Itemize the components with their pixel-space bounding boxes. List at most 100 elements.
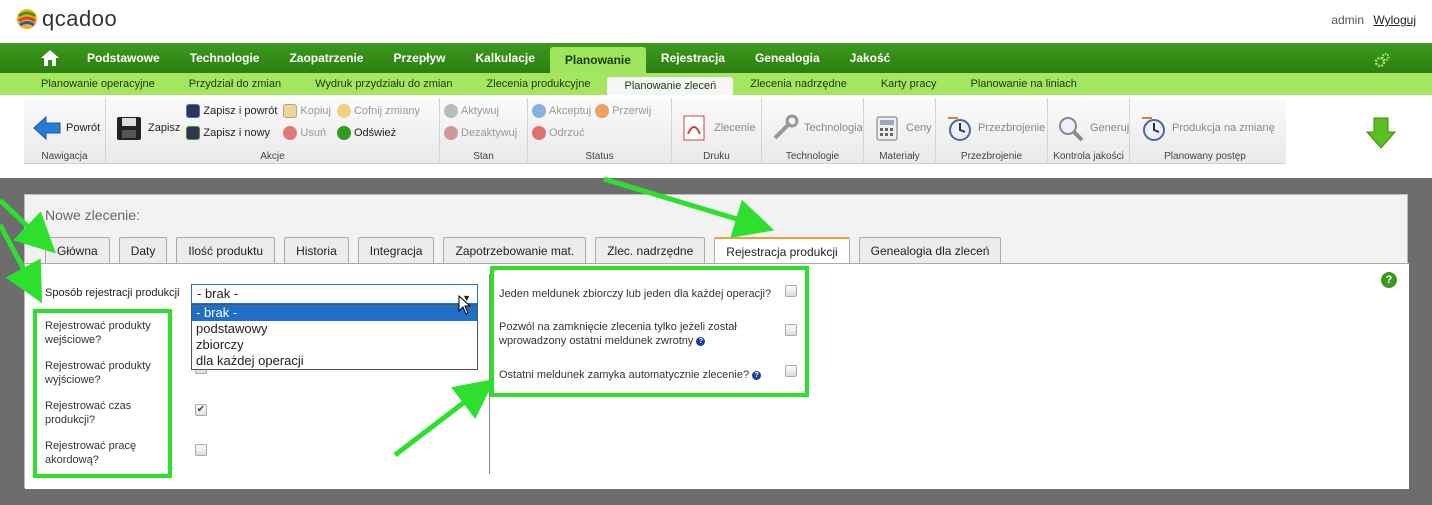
- save-and-back-button[interactable]: Zapisz i powrót: [186, 102, 277, 120]
- ribbon-group-label: Druku: [703, 151, 730, 162]
- submenu-planowanie-operacyjne[interactable]: Planowanie operacyjne: [24, 73, 172, 95]
- pause-icon: [595, 104, 610, 118]
- ribbon-group-materials: Ceny Materiały: [864, 98, 936, 164]
- ribbon-group-planned: Produkcja na zmianę Planowany postęp: [1130, 98, 1280, 164]
- submenu-planowanie-zlecen[interactable]: Planowanie zleceń: [607, 77, 734, 95]
- generate-button[interactable]: Generuj: [1052, 102, 1129, 154]
- menu-jakosc[interactable]: Jakość: [835, 45, 906, 71]
- interrupt-button[interactable]: Przerwij: [595, 102, 651, 120]
- mouse-cursor-icon: [458, 295, 472, 315]
- highlight-box-left: [33, 309, 172, 478]
- tab-zapotrzebowanie[interactable]: Zapotrzebowanie mat.: [443, 237, 587, 263]
- save-button[interactable]: Zapisz: [110, 102, 184, 154]
- top-bar: qcadoo admin Wyloguj: [0, 0, 1432, 42]
- deactivate-icon: [444, 126, 458, 140]
- submenu-planowanie-na-liniach[interactable]: Planowanie na liniach: [953, 73, 1093, 95]
- sub-menu: Planowanie operacyjne Przydział do zmian…: [0, 73, 1432, 95]
- changeover-button[interactable]: Przezbrojenie: [940, 102, 1045, 154]
- ribbon-group-state: Aktywuj Dezaktywuj Stan: [440, 98, 528, 164]
- menu-zaopatrzenie[interactable]: Zaopatrzenie: [274, 45, 378, 71]
- ribbon-group-label: Kontrola jakości: [1053, 151, 1124, 162]
- ribbon-group-label: Planowany postęp: [1164, 151, 1246, 162]
- undo-button[interactable]: Cofnij zmiany: [336, 102, 420, 120]
- menu-rejestracja[interactable]: Rejestracja: [646, 45, 740, 71]
- registration-type-select[interactable]: - brak - ▼: [191, 284, 478, 304]
- ribbon-group-navigation: Powrót Nawigacja: [24, 98, 106, 164]
- floppy-icon: [117, 117, 141, 140]
- accept-button[interactable]: Akceptuj: [532, 102, 591, 120]
- activate-button[interactable]: Aktywuj: [444, 102, 523, 120]
- refresh-icon: [336, 126, 351, 140]
- logo[interactable]: qcadoo: [16, 6, 117, 32]
- registration-type-label: Sposób rejestracji produkcji: [45, 287, 180, 299]
- prices-button[interactable]: Ceny: [868, 102, 932, 154]
- ribbon-group-technology: Technologia Technologie: [762, 98, 864, 164]
- save-and-new-button[interactable]: Zapisz i nowy: [186, 124, 277, 142]
- tab-daty[interactable]: Daty: [118, 237, 168, 263]
- download-arrow-icon[interactable]: [1366, 116, 1396, 150]
- menu-genealogia[interactable]: Genealogia: [740, 45, 835, 71]
- submenu-karty-pracy[interactable]: Karty pracy: [864, 73, 954, 95]
- option-dla-kazdej-operacji[interactable]: dla każdej operacji: [192, 353, 477, 369]
- ribbon-group-actions: Zapisz Zapisz i powrót Zapisz i nowy Kop…: [106, 98, 440, 164]
- back-button[interactable]: Powrót: [28, 102, 101, 154]
- copy-button[interactable]: Kopiuj: [283, 102, 331, 120]
- refresh-button[interactable]: Odśwież: [336, 124, 420, 142]
- calculator-icon: [876, 116, 898, 141]
- ribbon-group-print: Zlecenie Druku: [672, 98, 762, 164]
- submenu-zlecenia-nadrzedne[interactable]: Zlecenia nadrzędne: [733, 73, 864, 95]
- ribbon-group-label: Stan: [473, 151, 494, 162]
- option-brak[interactable]: - brak -: [192, 305, 477, 321]
- copy-icon: [283, 104, 298, 118]
- tab-genealogia[interactable]: Genealogia dla zleceń: [858, 237, 1002, 263]
- option-podstawowy[interactable]: podstawowy: [192, 321, 477, 337]
- menu-planowanie[interactable]: Planowanie: [549, 47, 646, 73]
- activate-icon: [444, 104, 458, 118]
- logout-link[interactable]: Wyloguj: [1373, 13, 1416, 27]
- clock-icon: [1142, 117, 1165, 141]
- delete-button[interactable]: Usuń: [283, 124, 331, 142]
- username: admin: [1331, 13, 1364, 27]
- tab-glowna[interactable]: Główna: [45, 237, 110, 263]
- logo-text: qcadoo: [42, 6, 118, 31]
- floppy-plus-icon: [186, 126, 201, 140]
- tab-integracja[interactable]: Integracja: [357, 237, 435, 263]
- highlight-tab-placeholder: [715, 234, 852, 264]
- highlight-box-right: [490, 266, 809, 397]
- menu-kalkulacje[interactable]: Kalkulacje: [461, 45, 550, 71]
- option-zbiorczy[interactable]: zbiorczy: [192, 337, 477, 353]
- main-menu: Podstawowe Technologie Zaopatrzenie Prze…: [0, 43, 1432, 73]
- home-icon[interactable]: [38, 45, 62, 71]
- back-arrow-icon: [33, 115, 61, 141]
- ribbon-group-label: Przezbrojenie: [960, 151, 1023, 162]
- floppy-back-icon: [186, 104, 201, 118]
- pdf-icon: [683, 115, 705, 141]
- technology-button[interactable]: Technologia: [766, 102, 863, 154]
- production-per-shift-button[interactable]: Produkcja na zmianę: [1134, 102, 1276, 154]
- menu-przeplyw[interactable]: Przepływ: [378, 45, 460, 71]
- tab-zlec-nadrzedne[interactable]: Zlec. nadrzędne: [595, 237, 706, 263]
- gear-icon[interactable]: [1374, 52, 1390, 68]
- print-order-button[interactable]: Zlecenie: [676, 102, 757, 154]
- help-icon[interactable]: ?: [1381, 272, 1397, 288]
- reject-button[interactable]: Odrzuć: [532, 124, 591, 142]
- page-title: Nowe zlecenie:: [45, 207, 140, 223]
- submenu-zlecenia-produkcyjne[interactable]: Zlecenia produkcyjne: [470, 73, 608, 95]
- ribbon-group-label: Materiały: [879, 151, 920, 162]
- menu-podstawowe[interactable]: Podstawowe: [72, 45, 175, 71]
- ribbon-group-label: Akcje: [260, 151, 285, 162]
- submenu-wydruk-przydzialu[interactable]: Wydruk przydziału do zmian: [298, 73, 469, 95]
- magnifier-icon: [1059, 117, 1084, 142]
- ribbon-group-label: Technologie: [785, 151, 840, 162]
- menu-technologie[interactable]: Technologie: [175, 45, 275, 71]
- register-piecework-checkbox[interactable]: [195, 444, 207, 456]
- logo-icon: [17, 9, 37, 29]
- tab-ilosc-produktu[interactable]: Ilość produktu: [176, 237, 276, 263]
- register-production-time-checkbox[interactable]: ✔: [195, 404, 207, 416]
- ribbon-group-status: Akceptuj Odrzuć Przerwij Status: [528, 98, 672, 164]
- ribbon-group-changeover: Przezbrojenie Przezbrojenie: [936, 98, 1048, 164]
- delete-icon: [283, 126, 298, 140]
- submenu-przydzial-do-zmian[interactable]: Przydział do zmian: [172, 73, 298, 95]
- deactivate-button[interactable]: Dezaktywuj: [444, 124, 523, 142]
- tab-historia[interactable]: Historia: [284, 237, 349, 263]
